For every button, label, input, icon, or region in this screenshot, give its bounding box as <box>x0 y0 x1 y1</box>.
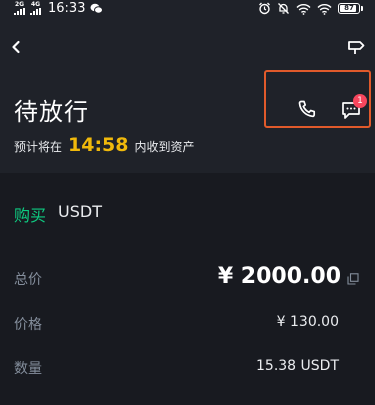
battery-icon: 87 <box>338 3 363 14</box>
battery-level: 87 <box>344 4 354 12</box>
wifi-icon <box>317 3 332 15</box>
wifi-icon <box>296 3 311 15</box>
copy-button[interactable] <box>347 270 359 285</box>
unread-badge: 1 <box>353 94 367 108</box>
signpost-icon <box>348 41 365 54</box>
back-button[interactable] <box>8 38 24 56</box>
status-right: 87 <box>258 2 363 15</box>
copy-icon <box>347 273 359 285</box>
quantity-label: 数量 <box>14 361 42 377</box>
price-value: ¥ 130.00 <box>276 314 339 330</box>
chevron-left-icon <box>12 40 20 54</box>
total-label: 总价 <box>14 272 42 288</box>
network-indicator-2: 4G <box>30 2 41 15</box>
trade-asset: USDT <box>58 202 102 221</box>
trade-side: 购买 <box>14 206 47 225</box>
countdown-timer: 14:58 <box>68 134 129 156</box>
alarm-icon <box>259 2 270 15</box>
signal-bars-icon <box>30 8 41 15</box>
network-indicator-1: 2G <box>14 2 25 15</box>
wechat-icon <box>90 3 104 14</box>
order-status-title: 待放行 <box>14 98 89 126</box>
price-label: 价格 <box>14 317 42 333</box>
chat-button[interactable]: 1 <box>339 94 367 121</box>
status-left: 2G 4G 16:33 <box>14 1 104 16</box>
signpost-button[interactable] <box>346 38 366 56</box>
status-bar: 2G 4G 16:33 87 <box>0 0 375 20</box>
phone-icon <box>298 100 316 118</box>
eta-prefix: 预计将在 <box>14 140 63 154</box>
quantity-value: 15.38 USDT <box>256 358 339 374</box>
total-value: ¥ 2000.00 <box>217 264 341 289</box>
signal-bars-icon <box>14 8 25 15</box>
release-eta: 预计将在 14:58 内收到资产 <box>14 134 195 156</box>
mute-bell-icon <box>278 3 289 14</box>
call-button[interactable] <box>296 98 318 120</box>
eta-suffix: 内收到资产 <box>134 140 195 154</box>
status-time: 16:33 <box>48 1 86 16</box>
